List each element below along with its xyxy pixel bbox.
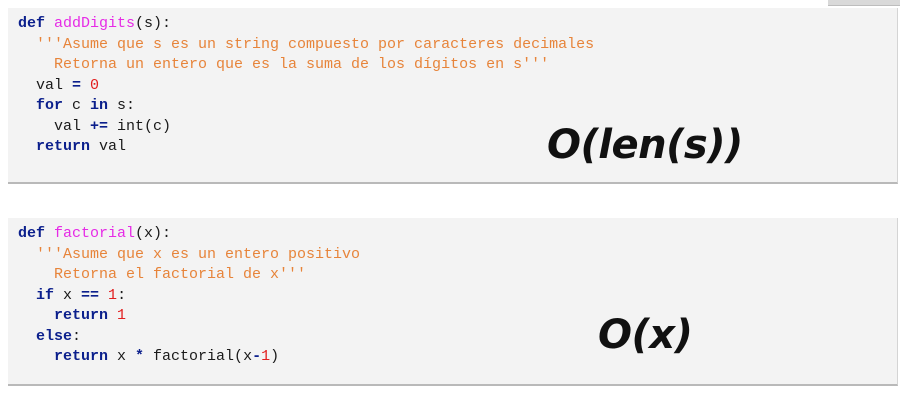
keyword-in: in	[90, 97, 109, 114]
keyword-return: return	[36, 138, 91, 155]
operator: =	[72, 76, 82, 94]
keyword-if: if	[36, 286, 55, 304]
code-line: else:	[18, 327, 360, 348]
code-line: def factorial(x):	[18, 224, 360, 245]
function-name: factorial	[54, 225, 136, 242]
code-block-adddigits: def addDigits(s): '''Asume que s es un st…	[8, 8, 898, 184]
keyword-def: def	[18, 225, 46, 242]
variable: x	[108, 348, 136, 365]
code-line: if x == 1:	[18, 286, 360, 307]
code-line: def addDigits(s):	[18, 14, 594, 35]
operator: *	[135, 348, 145, 365]
code-listing-factorial: def factorial(x): '''Asume que x es un en…	[18, 224, 360, 368]
keyword-for: for	[36, 97, 64, 114]
keyword-return: return	[54, 348, 109, 365]
top-edge-strip	[828, 0, 900, 6]
code-line: Retorna el factorial de x'''	[18, 265, 360, 286]
recursive-call: factorial(x	[144, 348, 253, 365]
number-literal: 1	[261, 348, 271, 365]
operator: +=	[90, 117, 109, 135]
complexity-label-factorial: O(x)	[598, 312, 693, 358]
variable: c	[63, 97, 91, 114]
code-line: for c in s:	[18, 96, 594, 117]
function-params: (s):	[135, 15, 172, 32]
code-line: Retorna un entero que es la suma de los …	[18, 55, 594, 76]
docstring-line: Retorna el factorial de x'''	[54, 266, 307, 283]
code-line: '''Asume que s es un string compuesto po…	[18, 35, 594, 56]
close-paren: )	[270, 348, 280, 365]
code-block-factorial: def factorial(x): '''Asume que x es un en…	[8, 218, 898, 386]
variable: val	[36, 76, 73, 94]
code-line: return x * factorial(x-1)	[18, 347, 360, 368]
code-line: val = 0	[18, 76, 594, 97]
number-literal: 0	[90, 76, 100, 94]
keyword-return: return	[54, 307, 109, 324]
code-line: val += int(c)	[18, 117, 594, 138]
variable: x	[54, 286, 82, 304]
keyword-def: def	[18, 15, 46, 32]
complexity-label-adddigits: O(len(s))	[547, 122, 743, 168]
colon: :	[72, 327, 82, 345]
docstring-line: Retorna un entero que es la suma de los …	[54, 56, 550, 73]
code-line: return val	[18, 137, 594, 158]
function-name: addDigits	[54, 15, 136, 32]
docstring-line: '''Asume que x es un entero positivo	[36, 245, 361, 263]
variable: val	[54, 117, 91, 135]
return-value: val	[90, 138, 127, 155]
operator: ==	[81, 286, 100, 304]
docstring-line: '''Asume que s es un string compuesto po…	[36, 35, 595, 53]
keyword-else: else	[36, 327, 73, 345]
iterable: s:	[108, 97, 136, 114]
colon: :	[117, 286, 127, 304]
code-listing-adddigits: def addDigits(s): '''Asume que s es un st…	[18, 14, 594, 158]
code-line: return 1	[18, 306, 360, 327]
function-params: (x):	[135, 225, 172, 242]
code-line: '''Asume que x es un entero positivo	[18, 245, 360, 266]
number-literal: 1	[117, 307, 127, 324]
expression: int(c)	[108, 117, 172, 135]
number-literal: 1	[99, 286, 118, 304]
operator: -	[252, 348, 262, 365]
